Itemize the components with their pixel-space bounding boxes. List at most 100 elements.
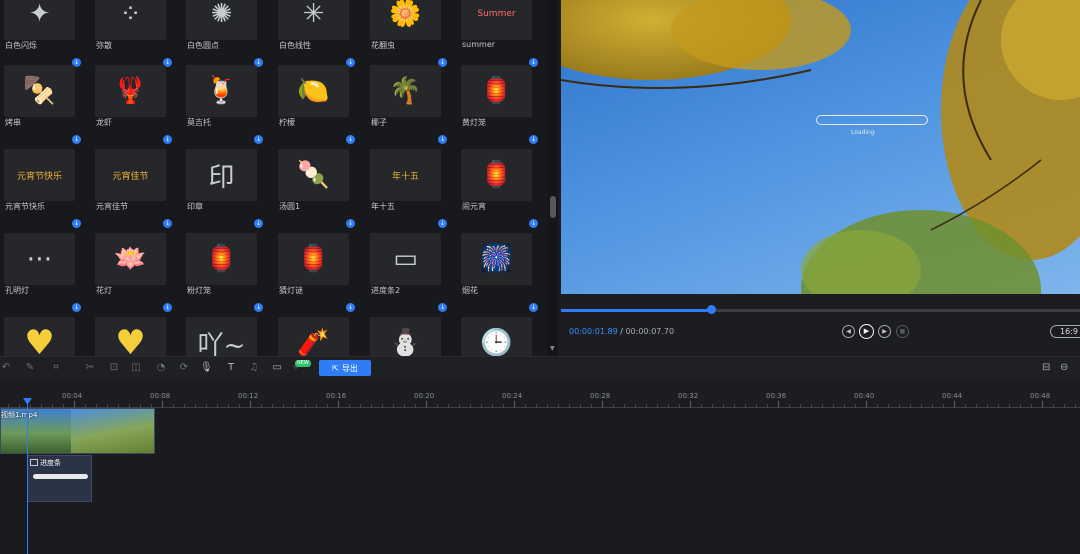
sticker-item[interactable]: Summer ↓ summer (461, 0, 541, 70)
sticker-item[interactable]: ✳ ↓ 白色线性 (278, 0, 358, 70)
video-clip[interactable]: 视频1.mp4 (0, 408, 155, 454)
clock-icon: 🕒 (461, 317, 532, 356)
sticker-item[interactable]: ⋯ ↓ 孔明灯 (4, 233, 84, 315)
sticker-item[interactable]: 🍡 ↓ 汤圆1 (278, 149, 358, 231)
ruler-major-tick (426, 401, 427, 408)
sticker-item[interactable]: 🎆 ↓ 烟花 (461, 233, 541, 315)
new-badge: NEW (295, 360, 311, 367)
timeline-ruler[interactable]: 00:04 00:08 00:12 00:16 00:20 00:24 00:28 00:32… (0, 380, 1080, 408)
download-icon[interactable]: ↓ (72, 135, 81, 144)
sticker-item[interactable]: ✦ ↓ 白色闪烁 (4, 0, 84, 70)
timeline-tools: ⊟ ⊖ (1036, 362, 1072, 374)
sticker-item[interactable]: 吖~↓ (186, 317, 266, 356)
sticker-item[interactable]: 元宵佳节 ↓ 元宵佳节 (95, 149, 175, 231)
burst-icon: ✺ (186, 0, 257, 40)
total-time: 00:00:07.70 (625, 327, 675, 336)
sticker-item[interactable]: 🦞 ↓ 龙虾 (95, 65, 175, 147)
ruler-tick-label: 00:32 (678, 392, 699, 400)
download-icon[interactable]: ↓ (163, 219, 172, 228)
scrollbar-thumb[interactable] (550, 196, 556, 218)
sticker-item[interactable]: 印 ↓ 印章 (186, 149, 266, 231)
sticker-item[interactable]: 🌴 ↓ 椰子 (370, 65, 450, 147)
sticker-label: 闹元宵 (462, 202, 486, 211)
sparkle-icon: ✦ (4, 0, 75, 40)
subtitle-icon[interactable]: ▭ (271, 362, 283, 374)
freeze-icon[interactable]: ◫ (130, 362, 142, 374)
effect-type-icon (30, 459, 38, 466)
fit-timeline-icon[interactable]: ⊟ (1042, 362, 1054, 374)
cocktail-icon: 🍹 (186, 65, 257, 117)
playback-progress-track[interactable] (561, 309, 1080, 312)
sticker-item[interactable]: 🌼 ↓ 花翻虫 (370, 0, 450, 70)
ruler-major-tick (250, 401, 251, 408)
play-icon[interactable]: ▶ (859, 324, 874, 339)
playhead-line[interactable] (27, 399, 28, 554)
sticker-item[interactable]: ♥↓ (4, 317, 84, 356)
undo-icon[interactable]: ↶ (0, 362, 12, 374)
sticker-item[interactable]: 🏮 ↓ 闹元宵 (461, 149, 541, 231)
yellow-lantern-icon: 🏮 (461, 65, 532, 117)
playback-progress-knob[interactable] (706, 305, 716, 314)
download-icon[interactable]: ↓ (72, 303, 81, 312)
download-icon[interactable]: ↓ (254, 219, 263, 228)
download-icon[interactable]: ↓ (346, 135, 355, 144)
sticker-item[interactable]: 🧨↓ (278, 317, 358, 356)
sticker-item[interactable]: 🏮 ↓ 猜灯谜 (278, 233, 358, 315)
download-icon[interactable]: ↓ (254, 135, 263, 144)
download-icon[interactable]: ↓ (72, 219, 81, 228)
sticker-label: 白色闪烁 (5, 41, 37, 50)
sticker-item[interactable]: 年十五 ↓ 年十五 (370, 149, 450, 231)
skewer-icon: 🍢 (4, 65, 75, 117)
download-icon[interactable]: ↓ (438, 135, 447, 144)
sticker-item[interactable]: 🍹 ↓ 莫吉托 (186, 65, 266, 147)
download-icon[interactable]: ↓ (529, 219, 538, 228)
sticker-label: 汤圆1 (279, 202, 301, 211)
zoom-out-icon[interactable]: ⊖ (1060, 362, 1072, 374)
audio-icon[interactable]: ♫ (248, 362, 260, 374)
sticker-item[interactable]: 🏮 ↓ 黄灯笼 (461, 65, 541, 147)
download-icon[interactable]: ↓ (346, 219, 355, 228)
scroll-down-icon[interactable]: ▼ (550, 345, 555, 352)
download-icon[interactable]: ↓ (438, 303, 447, 312)
previous-frame-icon[interactable]: ◀ (842, 325, 855, 338)
sticker-item[interactable]: ⛄↓ (370, 317, 450, 356)
sticker-item[interactable]: ▭ ↓ 进度条2 (370, 233, 450, 315)
video-preview: Loading (561, 0, 1080, 294)
microphone-icon[interactable]: 🎙 (200, 362, 213, 374)
sticker-item[interactable]: ♥↓ (95, 317, 175, 356)
sky-lantern-icon: ⋯ (4, 233, 75, 285)
download-icon[interactable]: ↓ (529, 135, 538, 144)
sticker-item[interactable]: 🏮 ↓ 粉灯笼 (186, 233, 266, 315)
download-icon[interactable]: ↓ (163, 303, 172, 312)
sticker-item[interactable]: 元宵节快乐 ↓ 元宵节快乐 (4, 149, 84, 231)
crop-icon[interactable]: ⌗ (50, 362, 62, 374)
download-icon[interactable]: ↓ (163, 135, 172, 144)
ruler-major-tick (74, 401, 75, 408)
next-frame-icon[interactable]: ▶ (878, 325, 891, 338)
download-icon[interactable]: ↓ (254, 303, 263, 312)
download-icon[interactable]: ↓ (438, 219, 447, 228)
sticker-item[interactable]: 🪷 ↓ 花灯 (95, 233, 175, 315)
tangyuan-icon: 🍡 (278, 149, 349, 201)
sticker-item[interactable]: 🕒↓ (461, 317, 541, 356)
time-display: 00:00:01.89 / 00:00:07.70 (569, 327, 674, 336)
stop-icon[interactable]: ■ (896, 325, 909, 338)
sticker-item[interactable]: 🍢 ↓ 烤串 (4, 65, 84, 147)
edit-toolbar: ↶ ✎ ⌗ ✂ ⊡ ◫ ◔ ⟳ 🎙 T ♫ ▭ ✧ NEW ⇱ 导出 (0, 356, 1080, 380)
progress-bar-effect-clip[interactable]: 进度条 (27, 455, 92, 502)
sticker-item[interactable]: ✺ ↓ 白色圆点 (186, 0, 266, 70)
delete-icon[interactable]: ⊡ (108, 362, 120, 374)
aspect-ratio-selector[interactable]: 16:9 (1050, 325, 1080, 338)
edit-icon[interactable]: ✎ (24, 362, 36, 374)
library-scrollbar[interactable]: ▼ (548, 0, 558, 356)
rotate-icon[interactable]: ⟳ (178, 362, 190, 374)
speed-icon[interactable]: ◔ (155, 362, 167, 374)
text-to-speech-icon[interactable]: T (225, 362, 237, 374)
ruler-major-tick (162, 401, 163, 408)
download-icon[interactable]: ↓ (529, 303, 538, 312)
export-button[interactable]: ⇱ 导出 (319, 360, 371, 376)
sticker-item[interactable]: ⁘ ↓ 弥散 (95, 0, 175, 70)
sticker-item[interactable]: 🍋 ↓ 柠檬 (278, 65, 358, 147)
split-icon[interactable]: ✂ (84, 362, 96, 374)
download-icon[interactable]: ↓ (346, 303, 355, 312)
